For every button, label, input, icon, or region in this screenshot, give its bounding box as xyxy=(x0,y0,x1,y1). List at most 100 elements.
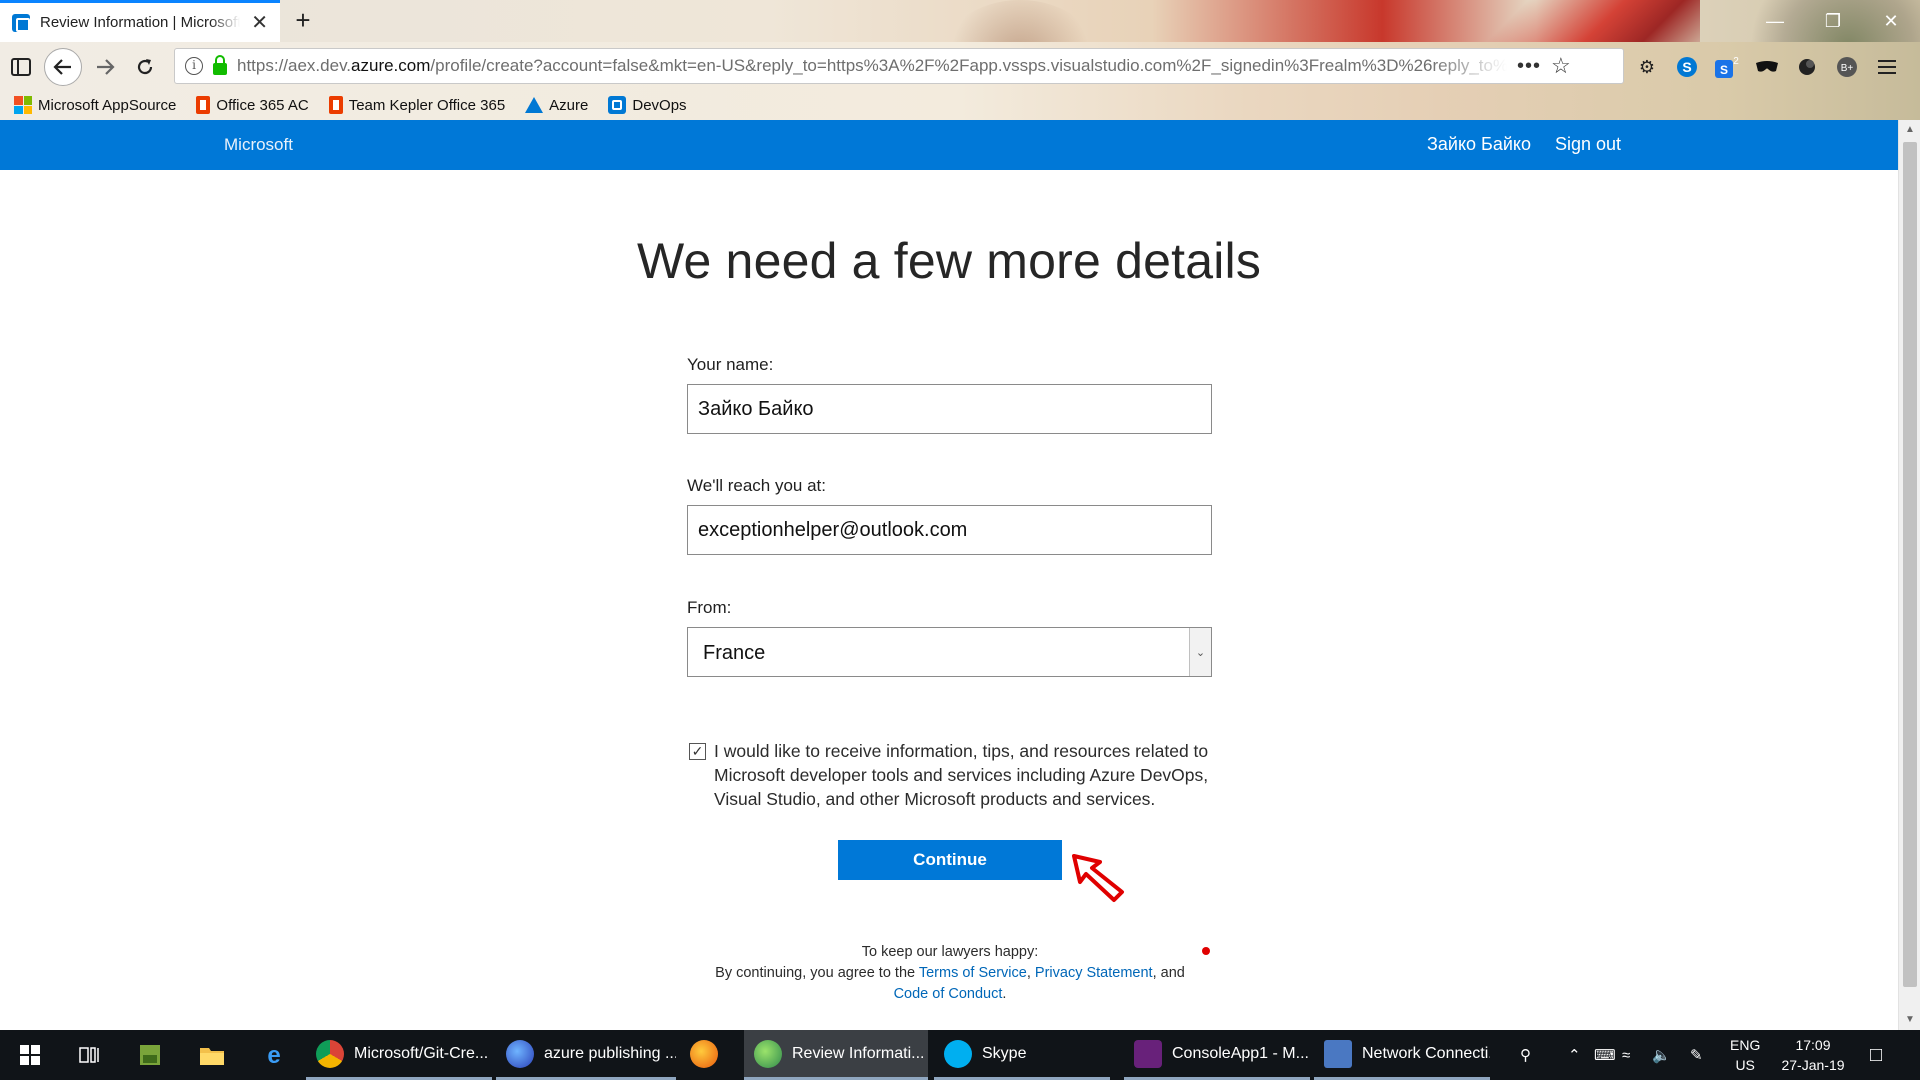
b-extension-icon[interactable]: B+ xyxy=(1832,52,1862,82)
country-label: From: xyxy=(687,598,732,617)
bookmark-azure[interactable]: Azure xyxy=(525,97,588,114)
volume-icon[interactable]: 🔈 xyxy=(1652,1030,1671,1080)
notification-center-icon[interactable]: □ xyxy=(1870,1030,1882,1080)
office-icon xyxy=(328,96,343,114)
microsoft-logo-icon xyxy=(14,96,32,114)
show-hidden-icons-icon[interactable]: ⌃ xyxy=(1568,1030,1581,1080)
photo-app-icon[interactable] xyxy=(120,1030,180,1080)
name-label: Your name: xyxy=(687,355,774,374)
continue-button[interactable]: Continue xyxy=(838,840,1062,880)
taskbar-app-review-information[interactable]: Review Informati... xyxy=(744,1030,928,1080)
firefox-dev-icon xyxy=(754,1039,782,1068)
restore-icon[interactable]: ❐ xyxy=(1810,0,1856,42)
user-name-link[interactable]: Зайко Байко xyxy=(1427,134,1531,155)
windows-taskbar: e Microsoft/Git-Cre... azure publishing … xyxy=(0,1030,1920,1080)
sidebar-toggle-icon[interactable] xyxy=(2,48,40,86)
taskbar-app-skype[interactable]: Skype xyxy=(934,1030,1110,1080)
bookmark-label: DevOps xyxy=(632,96,687,114)
microsoft-brand[interactable]: Microsoft xyxy=(224,135,293,155)
windows-start-icon[interactable] xyxy=(0,1030,60,1080)
scroll-thumb[interactable] xyxy=(1903,142,1917,987)
consent-text: I would like to receive information, tip… xyxy=(714,741,1209,809)
bookmark-devops[interactable]: DevOps xyxy=(608,96,687,114)
bookmark-microsoft-appsource[interactable]: Microsoft AppSource xyxy=(14,96,176,114)
scroll-down-icon[interactable]: ▼ xyxy=(1899,1010,1920,1030)
email-label: We'll reach you at: xyxy=(687,476,826,495)
email-input[interactable] xyxy=(687,505,1212,555)
bookmark-star-icon[interactable]: ☆ xyxy=(1551,53,1571,79)
close-window-icon[interactable]: ✕ xyxy=(1868,0,1914,42)
input-language[interactable]: ENG US xyxy=(1730,1030,1760,1080)
code-of-conduct-link[interactable]: Code of Conduct xyxy=(894,986,1003,1002)
svg-text:2: 2 xyxy=(1733,56,1739,67)
bookmarks-toolbar: Microsoft AppSource Office 365 AC Team K… xyxy=(0,90,1920,120)
taskbar-app-label: ConsoleApp1 - M... xyxy=(1172,1044,1309,1062)
taskbar-app-label: Network Connecti... xyxy=(1362,1044,1490,1062)
consent-checkbox[interactable]: ✓ xyxy=(689,743,706,760)
terms-of-service-link[interactable]: Terms of Service xyxy=(919,965,1027,981)
clock[interactable]: 17:09 27-Jan-19 xyxy=(1778,1030,1848,1080)
taskbar-app-chrome[interactable]: Microsoft/Git-Cre... xyxy=(306,1030,492,1080)
bookmark-office-365-ac[interactable]: Office 365 AC xyxy=(196,96,309,114)
privacy-statement-link[interactable]: Privacy Statement xyxy=(1035,965,1153,981)
firefox-icon xyxy=(690,1039,718,1068)
devops-favicon-icon xyxy=(12,13,30,32)
page-scrollbar[interactable]: ▲ ▼ xyxy=(1898,120,1920,1030)
keyboard-icon[interactable]: ⌨ xyxy=(1594,1030,1616,1080)
taskbar-app-firefox[interactable] xyxy=(680,1030,740,1080)
file-explorer-icon[interactable] xyxy=(182,1030,242,1080)
forward-button[interactable] xyxy=(86,48,124,86)
url-text[interactable]: https://aex.dev.azure.com/profile/create… xyxy=(237,56,1507,76)
pen-icon[interactable]: ✎ xyxy=(1690,1030,1703,1080)
skype-icon xyxy=(944,1039,972,1068)
bookmark-label: Azure xyxy=(549,96,589,114)
taskbar-app-label: azure publishing ... xyxy=(544,1044,676,1062)
close-tab-icon[interactable]: ✕ xyxy=(251,13,268,33)
mask-extension-icon[interactable] xyxy=(1752,52,1782,82)
office-icon xyxy=(196,96,211,114)
legal-footer-line1: To keep our lawyers happy: xyxy=(861,944,1039,960)
edge-icon[interactable]: e xyxy=(244,1030,304,1080)
dark-mode-extension-icon[interactable] xyxy=(1792,52,1822,82)
devops-icon xyxy=(608,96,627,114)
browser-tab-active[interactable]: Review Information | Microsoft ✕ xyxy=(0,0,280,42)
address-bar[interactable]: i https://aex.dev.azure.com/profile/crea… xyxy=(174,48,1624,84)
gear-icon[interactable]: ⚙ xyxy=(1632,52,1662,82)
bookmark-label: Office 365 AC xyxy=(216,96,309,114)
page-actions-icon[interactable]: ••• xyxy=(1517,55,1541,78)
scroll-up-icon[interactable]: ▲ xyxy=(1899,120,1920,140)
minimize-icon[interactable]: — xyxy=(1752,0,1798,42)
country-selected-value: France xyxy=(703,642,766,664)
skype-extension-icon[interactable]: S xyxy=(1672,52,1702,82)
new-tab-button[interactable]: + xyxy=(288,6,318,36)
reload-button[interactable] xyxy=(126,48,164,86)
lock-icon[interactable] xyxy=(213,55,227,75)
name-input[interactable] xyxy=(687,384,1212,434)
sign-out-link[interactable]: Sign out xyxy=(1555,134,1621,155)
azure-icon xyxy=(525,97,544,113)
wifi-icon[interactable]: ≈ xyxy=(1622,1030,1630,1080)
legal-footer: To keep our lawyers happy: By continuing… xyxy=(700,942,1200,1005)
extension-badge-icon[interactable]: S2 xyxy=(1712,52,1742,82)
hamburger-menu-icon[interactable] xyxy=(1872,52,1902,82)
svg-text:S: S xyxy=(1720,63,1728,77)
taskbar-app-network-connections[interactable]: Network Connecti... xyxy=(1314,1030,1490,1080)
chevron-down-icon[interactable]: ⌄ xyxy=(1189,628,1211,676)
people-icon[interactable]: ⚲ xyxy=(1520,1030,1531,1080)
page-title: We need a few more details xyxy=(636,233,1262,289)
taskbar-app-firefox-nightly[interactable]: azure publishing ... xyxy=(496,1030,676,1080)
bookmark-label: Team Kepler Office 365 xyxy=(348,96,506,114)
taskbar-app-visual-studio[interactable]: ConsoleApp1 - M... xyxy=(1124,1030,1310,1080)
taskbar-app-label: Microsoft/Git-Cre... xyxy=(354,1044,489,1062)
svg-text:S: S xyxy=(1682,59,1691,75)
red-arrow-annotation xyxy=(1072,854,1124,902)
bookmark-label: Microsoft AppSource xyxy=(38,96,177,114)
back-button[interactable] xyxy=(44,48,82,86)
visual-studio-icon xyxy=(1134,1039,1162,1068)
chrome-icon xyxy=(316,1039,344,1068)
site-info-icon[interactable]: i xyxy=(185,57,203,75)
svg-text:B+: B+ xyxy=(1841,63,1854,74)
country-select[interactable]: France ⌄ xyxy=(687,627,1212,677)
task-view-icon[interactable] xyxy=(60,1030,120,1080)
bookmark-team-kepler[interactable]: Team Kepler Office 365 xyxy=(328,96,506,114)
